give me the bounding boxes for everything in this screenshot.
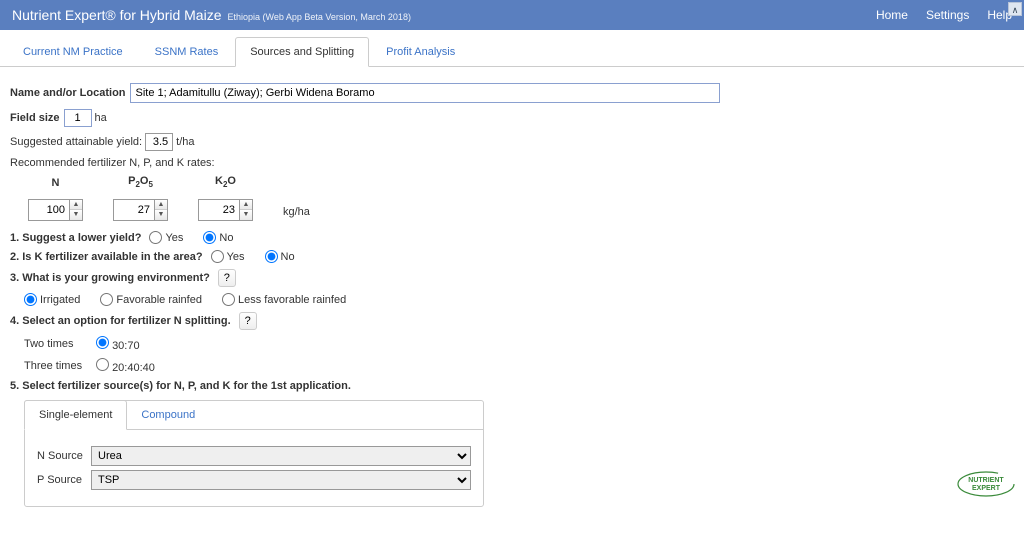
q4-label: 4. Select an option for fertilizer N spl… [10,315,231,327]
env-irrigated-radio[interactable] [24,293,37,306]
k-input[interactable] [198,199,240,221]
q1-yes[interactable]: Yes [149,231,183,244]
q2-no-radio[interactable] [265,250,278,263]
source-tabs: Single-element Compound N Source Urea P … [24,400,484,507]
n-spinner[interactable]: ▲▼ [28,199,83,221]
n-down-icon[interactable]: ▼ [70,210,82,220]
q2-no[interactable]: No [265,250,295,263]
p-down-icon[interactable]: ▼ [155,210,167,220]
tab-ssnm-rates[interactable]: SSNM Rates [140,37,234,67]
scroll-up-icon[interactable]: ∧ [1008,2,1022,16]
k-down-icon[interactable]: ▼ [240,210,252,220]
p-source-select[interactable]: TSP [91,470,471,490]
fieldsize-input[interactable] [64,109,92,127]
content-area: Name and/or Location Field size ha Sugge… [0,67,990,547]
q1-no-radio[interactable] [203,231,216,244]
n-source-select[interactable]: Urea [91,446,471,466]
fieldsize-unit: ha [95,112,107,124]
split-two[interactable]: 30:70 [96,336,140,352]
q3-label: 3. What is your growing environment? [10,272,210,284]
env-irrigated[interactable]: Irrigated [24,293,80,306]
fieldsize-label: Field size [10,112,60,124]
k-header: K2O [198,175,253,189]
tab-profit-analysis[interactable]: Profit Analysis [371,37,470,67]
yield-unit: t/ha [176,136,194,148]
k-up-icon[interactable]: ▲ [240,200,252,210]
q1-no[interactable]: No [203,231,233,244]
p-up-icon[interactable]: ▲ [155,200,167,210]
title-area: Nutrient Expert® for Hybrid Maize Ethiop… [12,7,411,23]
env-less-favorable[interactable]: Less favorable rainfed [222,293,346,306]
app-title: Nutrient Expert® for Hybrid Maize [12,7,222,23]
top-nav: Home Settings Help [876,8,1012,22]
env-less-favorable-radio[interactable] [222,293,235,306]
tab-current-nm[interactable]: Current NM Practice [8,37,138,67]
nav-home[interactable]: Home [876,8,908,22]
q2-yes-radio[interactable] [211,250,224,263]
tab-compound[interactable]: Compound [127,401,210,429]
rates-label: Recommended fertilizer N, P, and K rates… [10,157,215,169]
yield-label: Suggested attainable yield: [10,136,142,148]
main-tabs: Current NM Practice SSNM Rates Sources a… [0,36,1024,67]
q1-yes-radio[interactable] [149,231,162,244]
q2-label: 2. Is K fertilizer available in the area… [10,251,203,263]
env-favorable[interactable]: Favorable rainfed [100,293,202,306]
tab-single-element[interactable]: Single-element [24,400,127,430]
k-spinner[interactable]: ▲▼ [198,199,253,221]
split-three-radio[interactable] [96,358,109,371]
app-subtitle: Ethiopia (Web App Beta Version, March 20… [228,12,411,22]
q1-label: 1. Suggest a lower yield? [10,232,141,244]
nav-settings[interactable]: Settings [926,8,969,22]
location-input[interactable] [130,83,720,103]
q2-yes[interactable]: Yes [211,250,245,263]
rates-row: N ▲▼ P2O5 ▲▼ K2O ▲▼ kg/ha [28,175,980,221]
split-three[interactable]: 20:40:40 [96,358,155,374]
n-up-icon[interactable]: ▲ [70,200,82,210]
location-label: Name and/or Location [10,87,126,99]
rates-unit: kg/ha [283,206,310,221]
q4-help-button[interactable]: ? [239,312,257,330]
three-times-label: Three times [24,360,96,372]
p-source-label: P Source [37,474,91,486]
n-header: N [28,177,83,189]
two-times-label: Two times [24,338,96,350]
n-source-label: N Source [37,450,91,462]
q3-help-button[interactable]: ? [218,269,236,287]
tab-sources-splitting[interactable]: Sources and Splitting [235,37,369,67]
split-two-radio[interactable] [96,336,109,349]
q5-label: 5. Select fertilizer source(s) for N, P,… [10,380,351,392]
p-spinner[interactable]: ▲▼ [113,199,168,221]
n-input[interactable] [28,199,70,221]
yield-input[interactable] [145,133,173,151]
env-favorable-radio[interactable] [100,293,113,306]
p-header: P2O5 [113,175,168,189]
p-input[interactable] [113,199,155,221]
topbar: Nutrient Expert® for Hybrid Maize Ethiop… [0,0,1024,30]
